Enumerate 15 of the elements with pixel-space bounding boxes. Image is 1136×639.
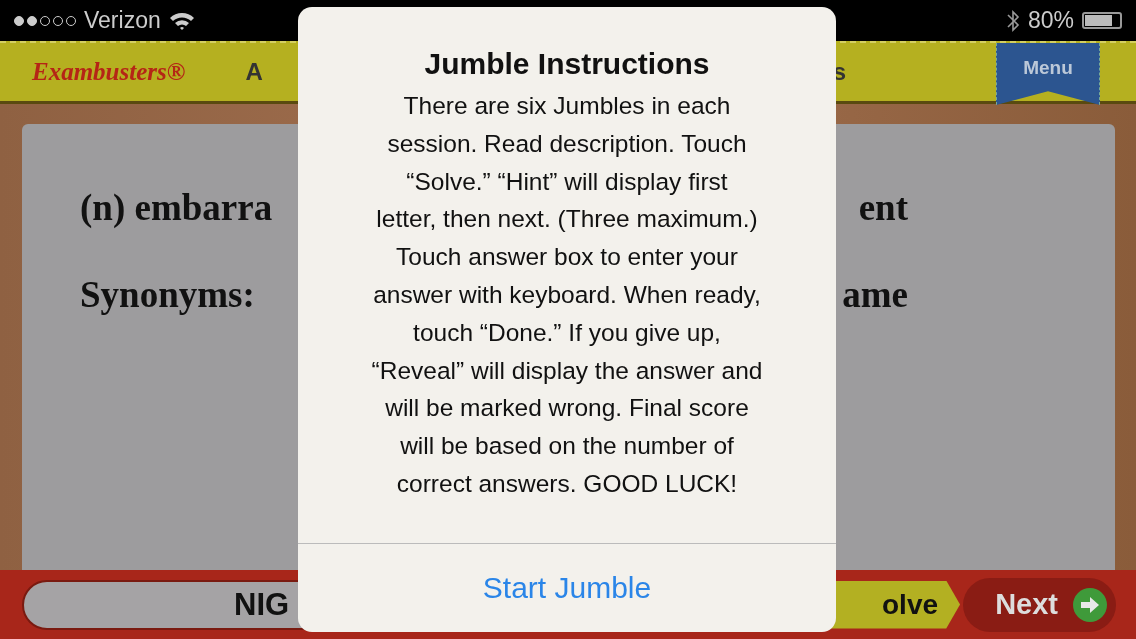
card-text: Synonyms: [80,273,255,316]
bluetooth-icon [1005,8,1020,33]
dialog-message: There are six Jumbles in each session. Read description. Touch “Solve.” “Hint” will display first letter, then next. (Three maximum.) Touch answer box to enter your answer with keyboard. When ready, touch “Done.” If you give up, “Reveal” will display the answer and will be marked wrong. Final score will be based on the number of correct answers. GOOD LUCK! [371,91,763,499]
wifi-icon [168,10,195,31]
carrier-name: Verizon [84,7,161,34]
next-button[interactable]: Next [963,577,1116,632]
card-text: ame [842,273,908,316]
dialog-title: Jumble Instructions [424,47,710,81]
card-text: ent [858,186,908,229]
battery-percentage: 80% [1027,7,1074,34]
title-fragment: A [245,58,263,86]
card-text: (n) embarra [80,186,273,229]
battery-icon [1082,12,1122,29]
logo: Exambusters® [32,58,186,86]
menu-button[interactable]: Menu [996,43,1100,105]
